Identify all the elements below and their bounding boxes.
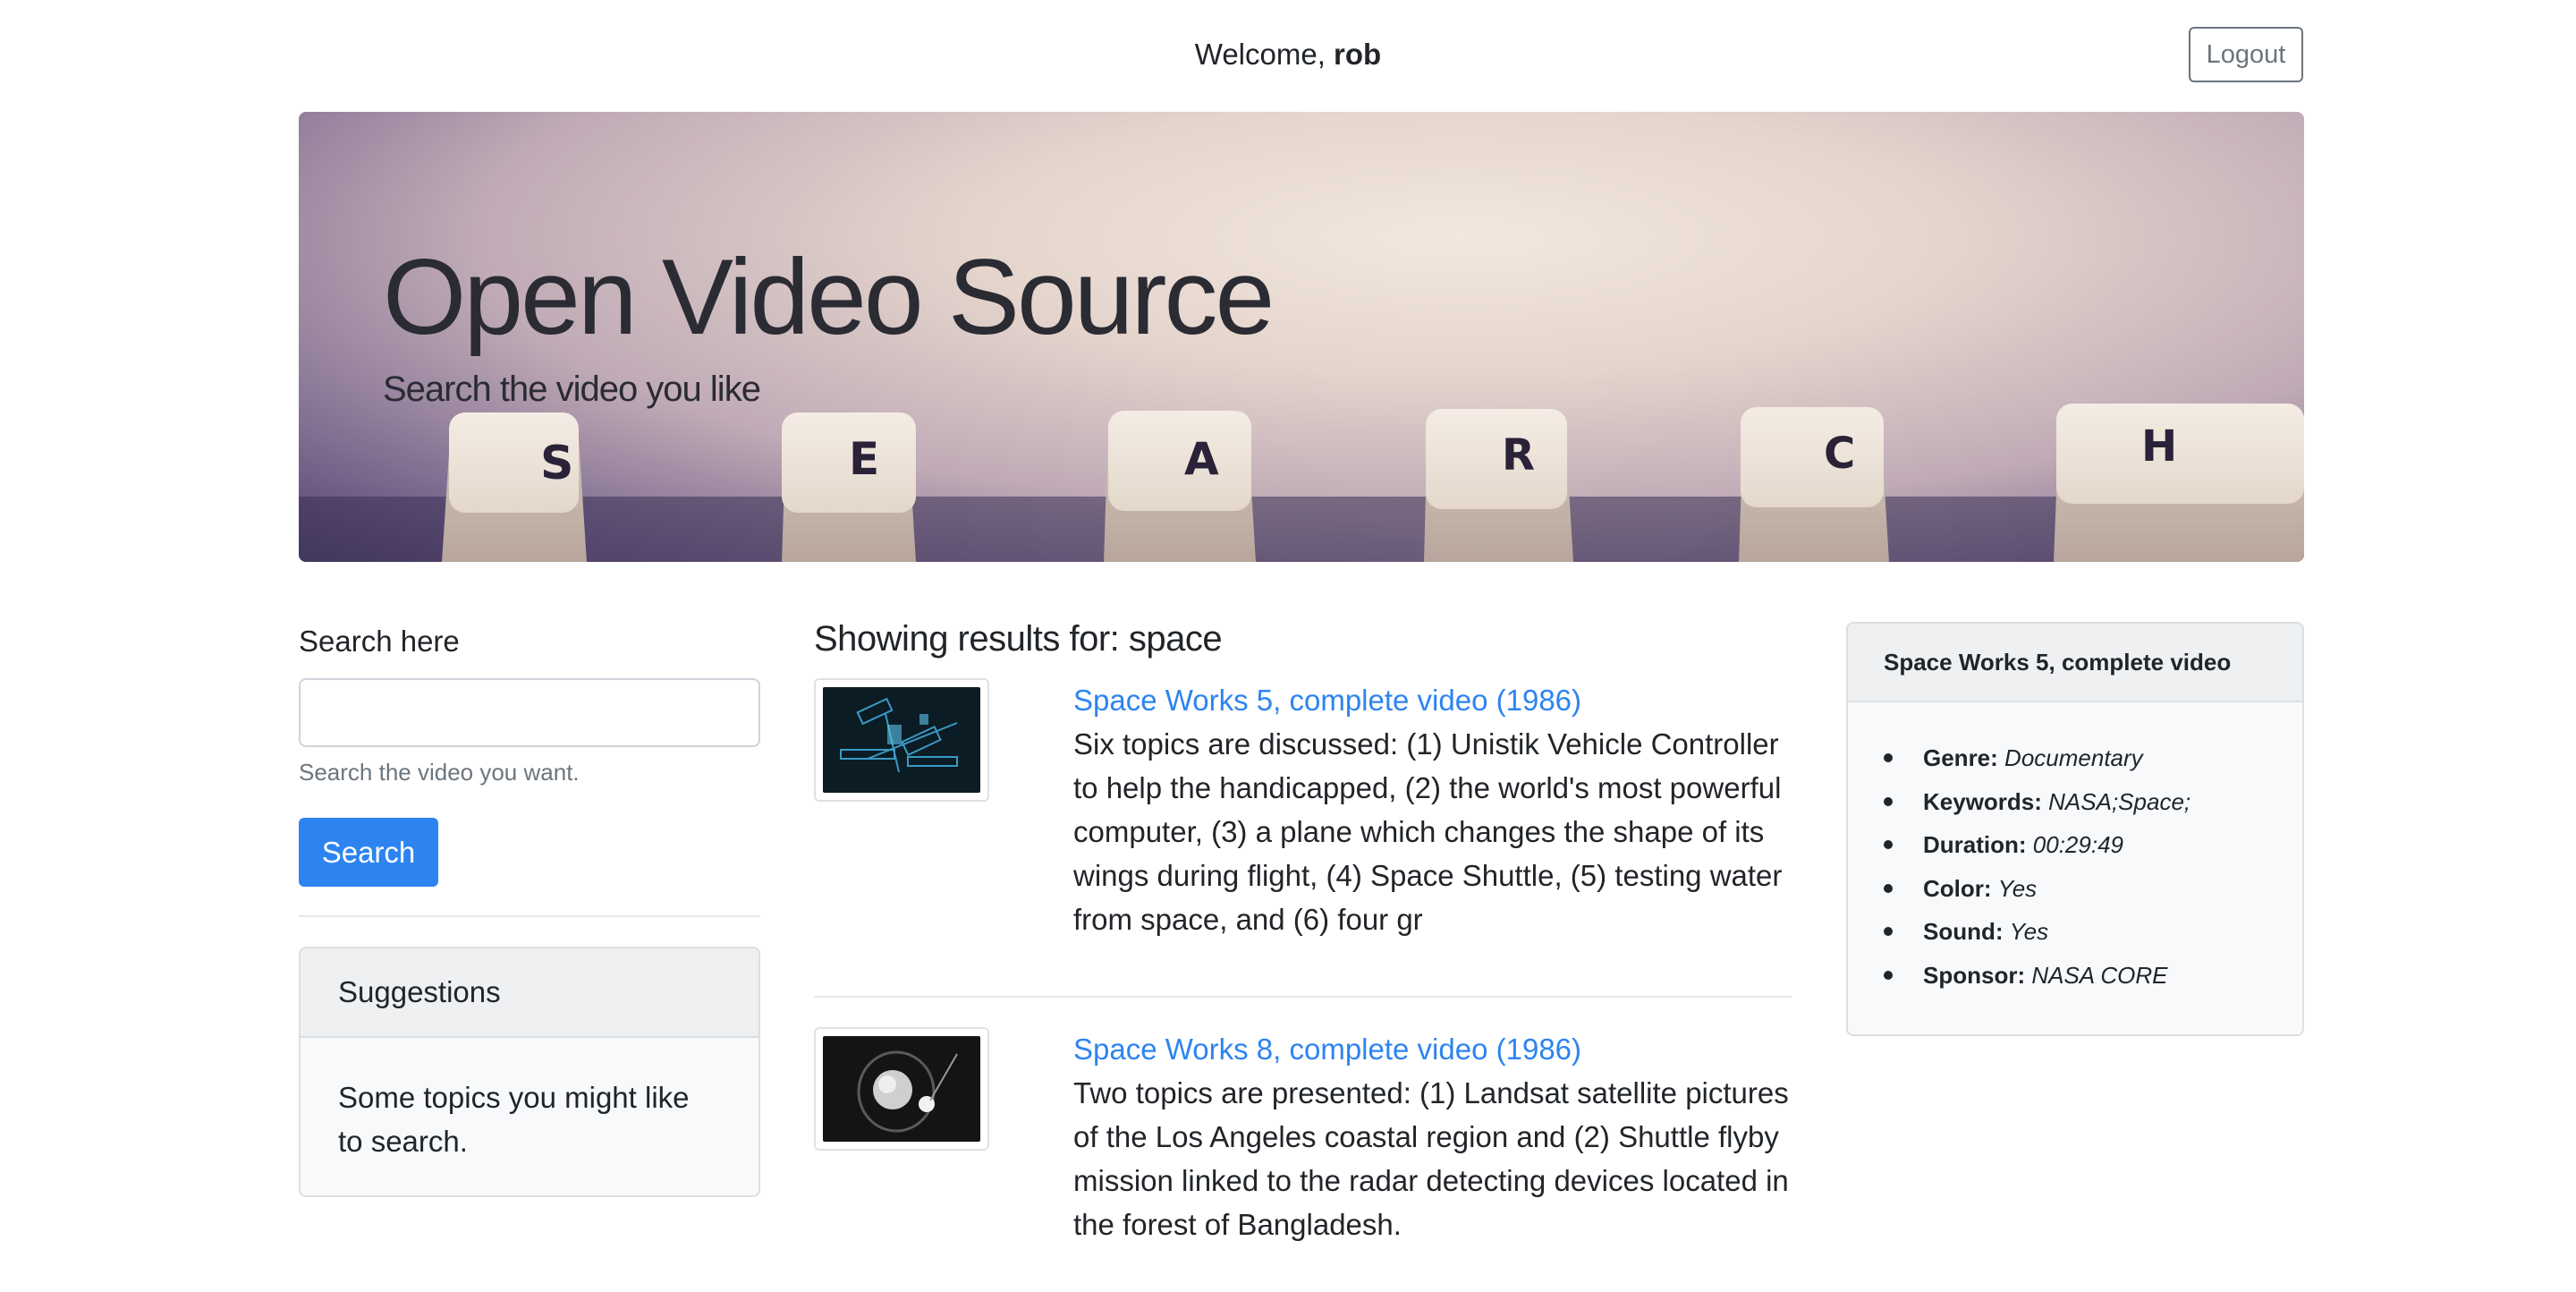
search-label: Search here	[299, 625, 460, 658]
key-letter: E	[849, 433, 879, 485]
key-h: H	[2054, 404, 2304, 562]
detail-value: Yes	[1997, 874, 2038, 902]
detail-keywords: Keywords: NASA;Space;	[1884, 780, 2267, 824]
hero-subtitle: Search the video you like	[383, 370, 761, 409]
key-letter: R	[1502, 430, 1535, 480]
username: rob	[1334, 38, 1382, 71]
key-a: A	[1104, 411, 1256, 562]
search-button[interactable]: Search	[299, 818, 438, 887]
video-details-card: Space Works 5, complete video Genre: Doc…	[1846, 622, 2304, 1036]
result-description: Two topics are presented: (1) Landsat sa…	[1073, 1076, 1789, 1241]
welcome-prefix: Welcome,	[1194, 38, 1335, 71]
detail-key: Genre:	[1923, 744, 1998, 771]
search-input[interactable]	[299, 678, 760, 747]
result-description: Six topics are discussed: (1) Unistik Ve…	[1073, 727, 1783, 936]
detail-genre: Genre: Documentary	[1884, 736, 2267, 780]
key-s: S	[442, 412, 587, 562]
key-letter: H	[2141, 421, 2177, 472]
result-divider	[814, 996, 1792, 998]
logout-button[interactable]: Logout	[2189, 27, 2303, 82]
detail-value: Yes	[2009, 918, 2049, 945]
results-heading: Showing results for: space	[814, 619, 1223, 659]
detail-key: Color:	[1923, 874, 1992, 902]
divider	[299, 915, 760, 917]
detail-value: 00:29:49	[2032, 831, 2123, 858]
result-thumbnail[interactable]	[814, 678, 989, 802]
detail-value: Documentary	[2004, 744, 2143, 771]
detail-key: Duration:	[1923, 831, 2027, 858]
detail-value: NASA;Space;	[2048, 787, 2191, 815]
result-title-link[interactable]: Space Works 8, complete video (1986)	[1073, 1027, 1798, 1071]
detail-sponsor: Sponsor: NASA CORE	[1884, 954, 2267, 998]
key-letter: A	[1184, 433, 1219, 485]
key-r: R	[1424, 409, 1573, 562]
key-c: C	[1739, 407, 1889, 562]
key-e: E	[782, 412, 916, 562]
detail-duration: Duration: 00:29:49	[1884, 823, 2267, 867]
result-title-link[interactable]: Space Works 5, complete video (1986)	[1073, 678, 1798, 722]
hero-title: Open Video Source	[383, 237, 1275, 357]
video-details-title: Space Works 5, complete video	[1848, 624, 2302, 702]
search-help-text: Search the video you want.	[299, 759, 580, 786]
key-letter: S	[540, 437, 573, 490]
detail-key: Sponsor:	[1923, 961, 2026, 989]
thumbnail-image	[823, 687, 980, 793]
detail-color: Color: Yes	[1884, 867, 2267, 911]
detail-key: Sound:	[1923, 918, 2004, 945]
hero-banner: S E A R C H Open Video Source Search the…	[299, 112, 2304, 562]
detail-sound: Sound: Yes	[1884, 910, 2267, 954]
suggestions-card: Suggestions Some topics you might like t…	[299, 947, 760, 1197]
suggestions-body: Some topics you might like to search.	[338, 1081, 690, 1158]
suggestions-header: Suggestions	[301, 948, 758, 1038]
detail-key: Keywords:	[1923, 787, 2042, 815]
thumbnail-image	[823, 1036, 980, 1142]
key-letter: C	[1824, 429, 1855, 479]
detail-value: NASA CORE	[2031, 961, 2168, 989]
video-details-list: Genre: Documentary Keywords: NASA;Space;…	[1848, 702, 2302, 997]
result-thumbnail[interactable]	[814, 1027, 989, 1151]
